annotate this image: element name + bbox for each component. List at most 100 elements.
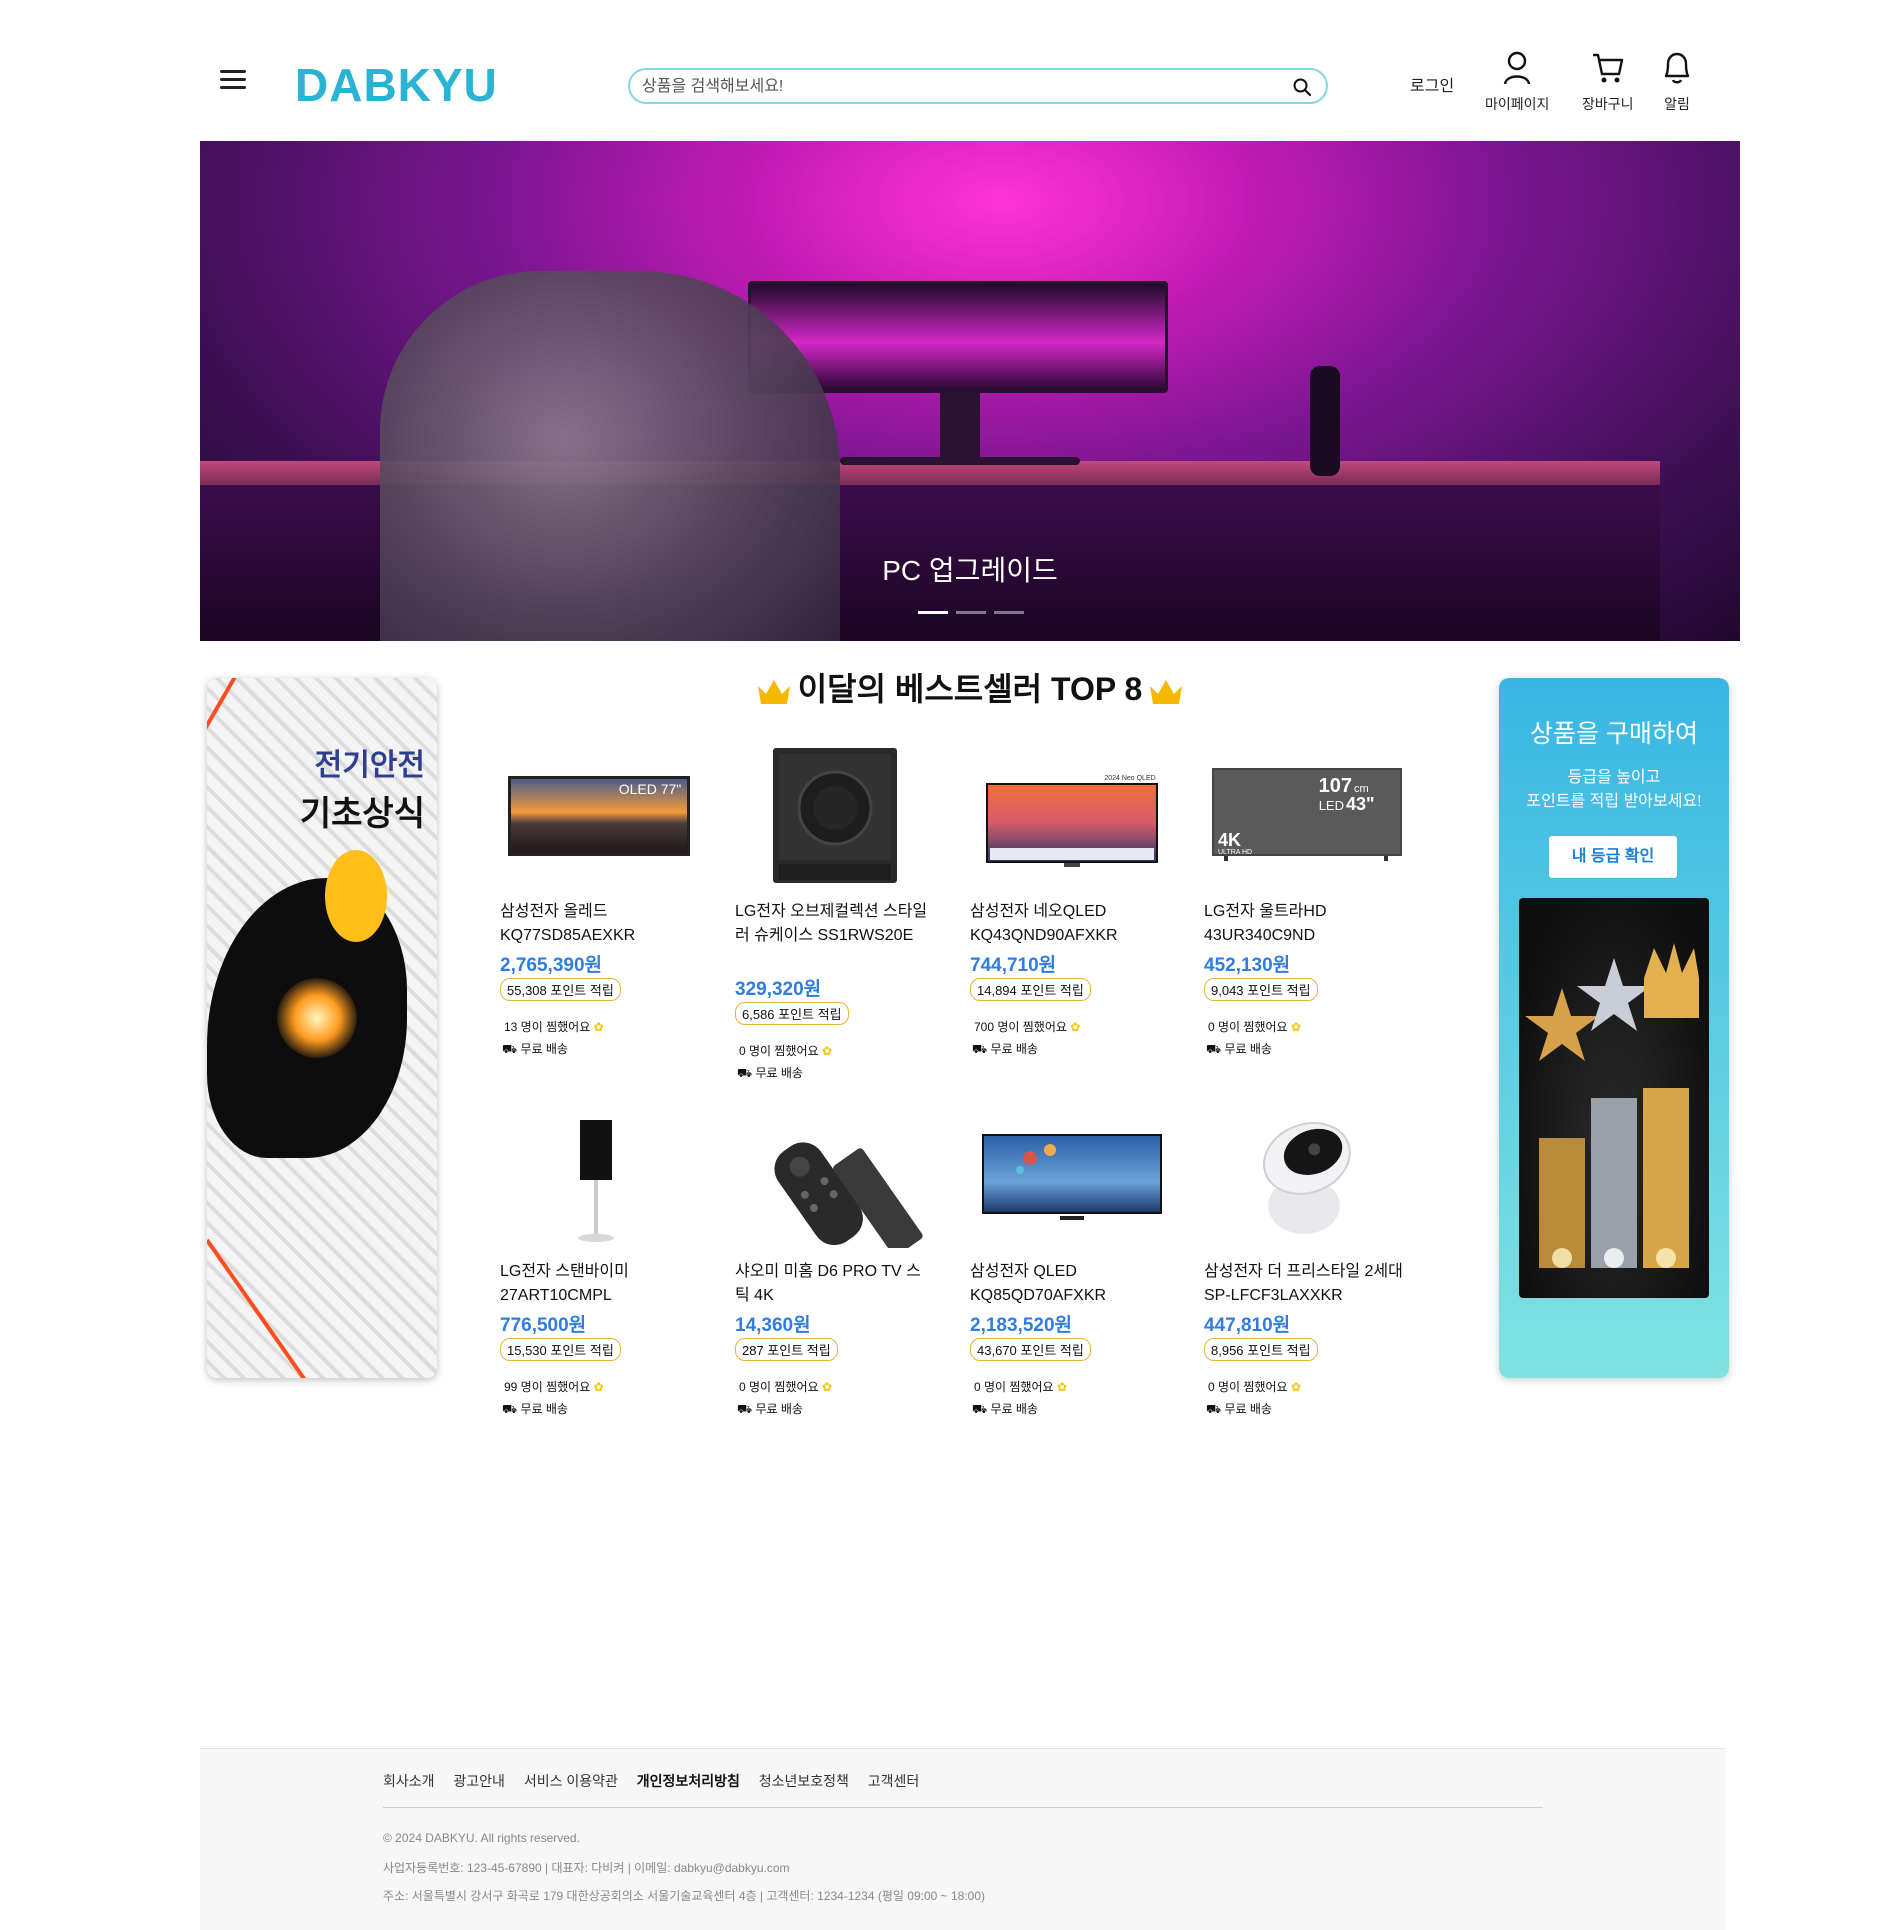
right-ad-subtitle: 등급을 높이고 포인트를 적립 받아보세요! [1499,766,1729,814]
banner-caption: PC 업그레이드 [882,555,1058,586]
product-name: 삼성전자 더 프리스타일 2세대 SP-LFCF3LAXXKR [1204,1263,1403,1304]
product-image [578,1120,614,1242]
bell-icon [1664,52,1690,84]
star-icon: ✿ [1070,1020,1081,1034]
product-shipping: ⛟ 무료 배송 [1206,1040,1272,1058]
shipping-text: 무료 배송 [520,1042,568,1056]
product-image [773,748,897,883]
ad-decor-line [207,1238,358,1378]
search-input[interactable] [642,76,1282,98]
star-icon: ✿ [1056,1380,1067,1394]
product-shipping: ⛟ 무료 배송 [737,1400,803,1418]
footer-link-terms[interactable]: 서비스 이용약관 [524,1773,618,1789]
footer-link-about[interactable]: 회사소개 [383,1773,435,1789]
banner-monitor-stand [940,393,980,463]
star-icon: ✿ [821,1044,832,1058]
product-likes: 0 명이 찜했어요 ✿ [1208,1378,1301,1395]
mypage-button[interactable]: 마이페이지 [1485,50,1549,114]
footer-link-privacy[interactable]: 개인정보처리방침 [637,1773,740,1789]
footer-link-youth[interactable]: 청소년보호정책 [759,1773,849,1789]
product-shipping: ⛟ 무료 배송 [972,1040,1038,1058]
left-ad-title-2: 기초상식 [299,795,425,833]
shipping-text: 무료 배송 [755,1066,803,1080]
product-image-label: 2024 Neo QLED [1104,775,1155,782]
product-price: 329,320원 [735,979,822,1000]
star-icon: ✿ [1290,1020,1301,1034]
product-shipping: ⛟ 무료 배송 [737,1064,803,1082]
truck-icon: ⛟ [972,1042,988,1056]
product-likes: 0 명이 찜했어요 ✿ [1208,1018,1301,1035]
safety-badge [325,850,387,942]
right-ad-subtitle-line2: 포인트를 적립 받아보세요! [1526,793,1702,810]
product-shipping: ⛟ 무료 배송 [972,1400,1038,1418]
logo[interactable]: DABKYU [295,58,498,112]
product-image: OLED 77" [508,776,690,856]
product-likes: 0 명이 찜했어요 ✿ [739,1042,832,1059]
product-price: 14,360원 [735,1315,811,1336]
product-shipping: ⛟ 무료 배송 [1206,1400,1272,1418]
shipping-text: 무료 배송 [1224,1042,1272,1056]
product-image: 2024 Neo QLED [986,775,1158,867]
banner-dot-2[interactable] [956,611,986,614]
shipping-text: 무료 배송 [1224,1402,1272,1416]
right-side-ad: 상품을 구매하여 등급을 높이고 포인트를 적립 받아보세요! 내 등급 확인 [1499,678,1729,1378]
product-image [1262,1122,1351,1234]
product-points: 8,956 포인트 적립 [1204,1338,1318,1361]
product-price: 2,183,520원 [970,1315,1073,1336]
likes-text: 0 명이 찜했어요 [1208,1380,1288,1394]
product-points: 287 포인트 적립 [735,1338,838,1361]
star-icon: ✿ [593,1020,604,1034]
truck-icon: ⛟ [972,1402,988,1416]
left-side-ad[interactable]: 전기안전 기초상식 [207,678,437,1378]
truck-icon: ⛟ [1206,1402,1222,1416]
likes-text: 13 명이 찜했어요 [504,1020,591,1034]
product-name: 샤오미 미홈 D6 PRO TV 스틱 4K [735,1263,921,1304]
product-image: 107 cm LED 43" 4K ULTRA HD [1212,768,1402,861]
shipping-text: 무료 배송 [520,1402,568,1416]
page-root: { "header": { "logo": "DABKYU", "search_… [0,0,1903,1930]
banner-pagination [918,611,1028,615]
menu-icon[interactable] [220,70,246,90]
banner-dot-1[interactable] [918,611,948,614]
product-price: 776,500원 [500,1315,587,1336]
product-name: 삼성전자 올레드 KQ77SD85AEXKR [500,903,636,944]
shipping-text: 무료 배송 [990,1402,1038,1416]
truck-icon: ⛟ [737,1066,753,1080]
truck-icon: ⛟ [502,1042,518,1056]
footer-business-info: 사업자등록번호: 123-45-67890 | 대표자: 다비켜 | 이메일: … [383,1861,790,1875]
product-name: 삼성전자 네오QLED KQ43QND90AFXKR [970,903,1118,944]
crown-icon [1150,679,1183,704]
hero-banner[interactable]: PC 업그레이드 [200,141,1740,641]
product-points: 9,043 포인트 적립 [1204,978,1318,1001]
shipping-text: 무료 배송 [990,1042,1038,1056]
cart-label: 장바구니 [1582,96,1634,112]
login-link[interactable]: 로그인 [1410,72,1454,96]
likes-text: 0 명이 찜했어요 [739,1380,819,1394]
banner-microphone [1310,366,1340,476]
footer-links: 회사소개 광고안내 서비스 이용약관 개인정보처리방침 청소년보호정책 고객센터 [383,1771,934,1791]
left-ad-title-1: 전기안전 [314,749,425,782]
product-points: 6,586 포인트 적립 [735,1002,849,1025]
crown-icon [757,679,790,704]
check-grade-button[interactable]: 내 등급 확인 [1549,836,1677,878]
bestseller-title-text: 이달의 베스트셀러 TOP 8 [797,671,1143,707]
banner-dot-3[interactable] [994,611,1024,614]
likes-text: 700 명이 찜했어요 [974,1020,1067,1034]
user-icon [1504,51,1531,85]
search-bar [628,68,1328,104]
product-name: LG전자 스탠바이미 27ART10CMPL [500,1263,629,1304]
product-likes: 0 명이 찜했어요 ✿ [974,1378,1067,1395]
spark-image [277,978,357,1058]
search-icon[interactable] [1292,77,1312,97]
footer-link-ads[interactable]: 광고안내 [453,1773,505,1789]
shipping-text: 무료 배송 [755,1402,803,1416]
likes-text: 99 명이 찜했어요 [504,1380,591,1394]
product-likes: 0 명이 찜했어요 ✿ [739,1378,832,1395]
cart-button[interactable]: 장바구니 [1582,50,1634,114]
bestseller-title: 이달의 베스트셀러 TOP 8 [470,664,1470,710]
likes-text: 0 명이 찜했어요 [1208,1020,1288,1034]
alarm-button[interactable]: 알림 [1660,50,1694,114]
footer-link-support[interactable]: 고객센터 [868,1773,920,1789]
product-points: 55,308 포인트 적립 [500,978,621,1001]
product-image [774,1142,923,1248]
